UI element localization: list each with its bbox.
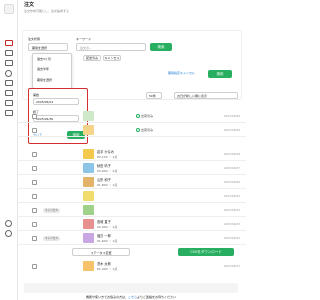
table-row[interactable]: 宮城 直子 ¥2,400 ・ 1点 2025/06/23 (18, 218, 246, 231)
nav-calendar-icon[interactable] (5, 90, 13, 96)
apply-button[interactable]: 適用 (208, 70, 232, 78)
table-row[interactable]: 秋田 晴子 ¥3,000 ・ 2点 2025/06/27 (18, 162, 246, 175)
nav-customers-icon[interactable] (5, 60, 13, 66)
order-date: 2025/06/24 (223, 208, 240, 212)
order-date: 2025/06/22 (223, 236, 240, 240)
nav-products-icon[interactable] (5, 50, 13, 56)
bulk-cancel-link[interactable]: 期間指定キャンセル (168, 71, 195, 75)
chip-cancelled[interactable]: キャンセル (103, 55, 121, 61)
csv-download-button[interactable]: CSVをダウンロード (178, 248, 234, 256)
status-text: 出荷済み (136, 128, 153, 132)
nav-users-icon[interactable] (5, 70, 12, 77)
order-price: ¥1,800 ・ 1点 (97, 183, 118, 187)
footer-text-rest: よりご連絡をお待ちください (137, 295, 176, 299)
order-date: 2025/06/23 (223, 222, 240, 226)
table-row[interactable]: キャンセル 2025/06/24 (18, 204, 246, 217)
table-row[interactable]: 出荷済み 2025/06/30 (18, 110, 246, 123)
row-checkbox[interactable] (32, 114, 37, 119)
row-checkbox[interactable] (32, 208, 37, 213)
order-price: ¥1,200 ・ 1点 (97, 267, 118, 271)
page-title: 注文 (24, 2, 35, 8)
row-checkbox[interactable] (32, 194, 37, 199)
product-thumbnail (83, 163, 94, 173)
order-price: ¥1,600 ・ 1点 (97, 239, 118, 243)
sidebar (0, 0, 18, 300)
customer-name: 宮城 直子 (97, 220, 111, 224)
status-label: 注文状態 (28, 37, 41, 41)
nav-messages-icon[interactable] (5, 100, 13, 106)
order-date: 2025/06/26 (223, 180, 240, 184)
row-checkbox[interactable] (32, 180, 37, 185)
per-page-select[interactable]: 50件 (146, 92, 162, 99)
start-date-input[interactable]: 2025/06/01 (33, 98, 79, 105)
product-thumbnail (83, 177, 94, 187)
row-checkbox[interactable] (32, 152, 37, 157)
customer-name: 秋田 晴子 (97, 164, 111, 168)
order-date: 2025/06/29 (223, 128, 240, 132)
page-subtitle: 注文作成可能にし、注文編成する (24, 9, 70, 13)
order-price: ¥2,100 ・ 1点 (97, 155, 118, 159)
order-date: 2025/06/27 (223, 166, 240, 170)
table-row[interactable]: キャンセル 福島 一郎 ¥1,600 ・ 1点 2025/06/22 (18, 232, 246, 245)
customer-name: 山形 和子 (97, 178, 111, 182)
product-thumbnail (83, 261, 94, 271)
order-date: 2025/06/25 (223, 194, 240, 198)
sort-select[interactable]: お日が新しい順に表示 (174, 92, 238, 99)
keyword-label: キーワード (76, 37, 92, 41)
help-icon[interactable] (5, 230, 12, 237)
status-change-button[interactable]: ステータス変更 (72, 248, 130, 256)
search-button[interactable]: 検索 (150, 43, 172, 51)
product-thumbnail (83, 219, 94, 229)
dropdown-item[interactable]: 過去半年 (37, 67, 49, 71)
row-checkbox[interactable] (32, 236, 37, 241)
check-icon (136, 128, 140, 132)
order-date: 2025/06/21 (223, 264, 240, 268)
product-thumbnail (83, 149, 94, 159)
nav-analytics-icon[interactable] (5, 80, 13, 86)
product-thumbnail (83, 125, 94, 135)
table-row[interactable]: 岩手 かなみ ¥2,100 ・ 1点 2025/06/28 (18, 148, 246, 161)
keyword-input[interactable]: 注文の... (76, 43, 146, 51)
start-label: 開始 (33, 93, 40, 97)
table-row[interactable]: 茨木 太郎 ¥1,200 ・ 1点 2025/06/21 (18, 260, 246, 273)
table-row[interactable]: 山形 和子 ¥1,800 ・ 1点 2025/06/26 (18, 176, 246, 189)
customer-name: 茨木 太郎 (97, 262, 111, 266)
customer-name: 岩手 かなみ (97, 150, 114, 154)
order-price: ¥2,400 ・ 1点 (97, 225, 118, 229)
product-thumbnail (83, 205, 94, 215)
nav-orders-icon[interactable] (5, 40, 13, 46)
product-thumbnail (83, 233, 94, 243)
table-row[interactable]: 出荷済み 2025/06/29 (18, 124, 246, 137)
dropdown-item-selected[interactable]: 期間を選択 (37, 78, 52, 82)
order-date: 2025/06/30 (223, 114, 240, 118)
footer-text: 機能や使い方でお悩みの方は、 (86, 295, 129, 299)
row-checkbox[interactable] (32, 166, 37, 171)
product-thumbnail (83, 191, 94, 201)
footer-help: 機能や使い方でお悩みの方は、こちらよりご連絡をお待ちください (24, 283, 238, 299)
status-badge: キャンセル (43, 208, 60, 213)
row-checkbox[interactable] (32, 128, 37, 133)
dropdown-item[interactable]: 過去3ヶ月 (37, 57, 51, 61)
chip-shipped[interactable]: 配送済み (83, 55, 101, 61)
status-text: 出荷済み (136, 114, 153, 118)
status-select[interactable]: 期間を選択 (28, 43, 68, 51)
customer-name: 福島 一郎 (97, 234, 111, 238)
nav-shop-icon[interactable] (5, 110, 13, 116)
check-icon (136, 114, 140, 118)
row-checkbox[interactable] (32, 222, 37, 227)
settings-icon[interactable] (5, 220, 12, 227)
table-row[interactable]: 2025/06/25 (18, 190, 246, 203)
product-thumbnail (83, 111, 94, 121)
footer-link[interactable]: こちら (128, 295, 137, 299)
order-price: ¥3,000 ・ 2点 (97, 169, 118, 173)
order-date: 2025/06/28 (223, 152, 240, 156)
period-dropdown: 過去3ヶ月 過去半年 期間を選択 (32, 53, 72, 89)
row-checkbox[interactable] (32, 264, 37, 269)
status-badge: キャンセル (43, 236, 60, 241)
app-logo (4, 4, 14, 14)
